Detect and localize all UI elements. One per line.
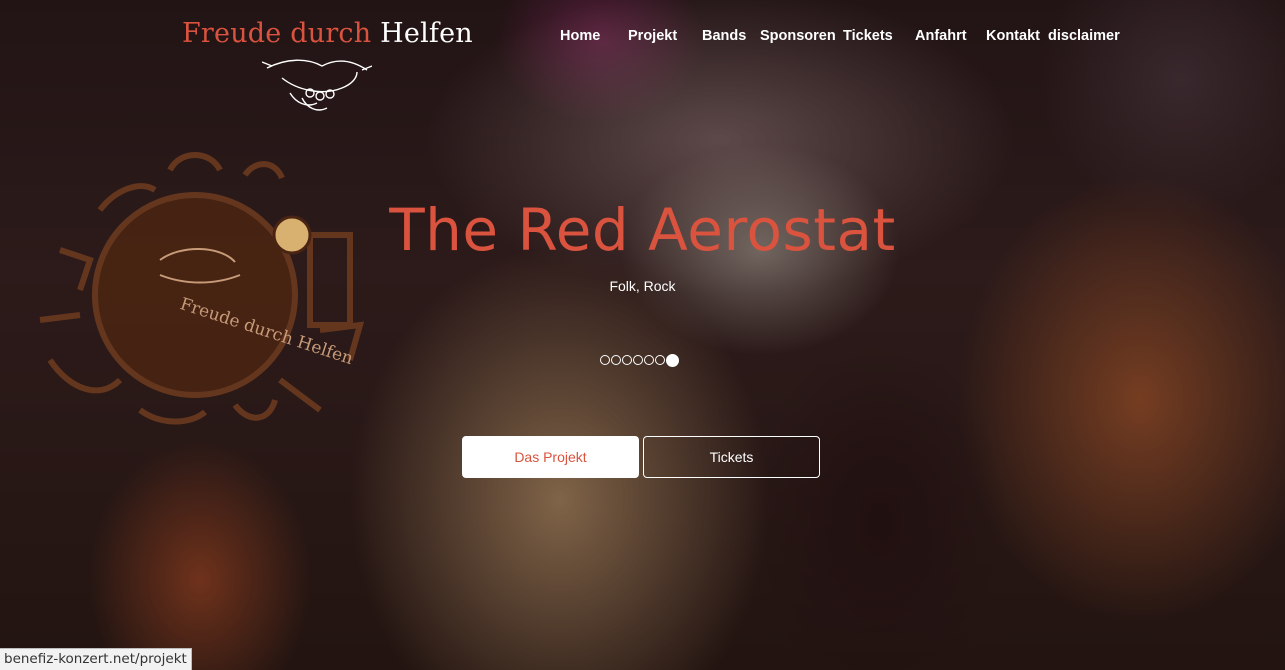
nav-disclaimer[interactable]: disclaimer [1048, 28, 1120, 44]
slide-genre: Folk, Rock [609, 278, 676, 294]
slider-dot[interactable] [600, 355, 610, 365]
nav-tickets[interactable]: Tickets [843, 28, 893, 44]
tickets-button[interactable]: Tickets [643, 436, 820, 478]
slider-dot[interactable] [655, 355, 665, 365]
nav-projekt[interactable]: Projekt [628, 28, 677, 44]
nav-sponsoren[interactable]: Sponsoren [760, 28, 836, 44]
handshake-icon [262, 59, 372, 111]
slider-dot-active[interactable] [666, 353, 679, 367]
slider-indicators [600, 353, 679, 367]
nav-kontakt[interactable]: Kontakt [986, 28, 1040, 44]
nav-bands[interactable]: Bands [702, 28, 746, 44]
slide-title: The Red Aerostat [389, 196, 896, 264]
nav-anfahrt[interactable]: Anfahrt [915, 28, 967, 44]
das-projekt-button[interactable]: Das Projekt [462, 436, 639, 478]
nav-home[interactable]: Home [560, 28, 600, 44]
slider-dot[interactable] [644, 355, 654, 365]
emblem-logo: Freude durch Helfen [39, 152, 365, 425]
browser-status-url: benefiz-konzert.net/projekt [0, 648, 192, 670]
slider-dot[interactable] [611, 355, 621, 365]
main-navigation: Home Projekt Bands Sponsoren Tickets Anf… [0, 28, 1285, 48]
slider-dot[interactable] [633, 355, 643, 365]
slider-dot[interactable] [622, 355, 632, 365]
